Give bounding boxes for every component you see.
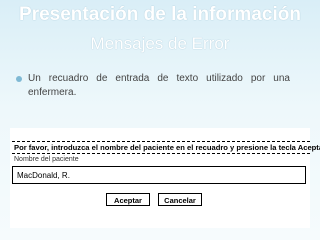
slide-subtitle: Mensajes de Error — [90, 34, 230, 53]
bullet-label: Un recuadro de entrada de texto utilizad… — [28, 73, 290, 98]
bullet-icon — [16, 76, 22, 82]
bullet-text: Un recuadro de entrada de texto utilizad… — [16, 72, 290, 100]
accept-button[interactable]: Aceptar — [106, 193, 150, 206]
patient-name-dialog: Por favor, introduzca el nombre del paci… — [10, 128, 320, 228]
slide-title: Presentación de la información — [19, 4, 301, 25]
patient-name-input[interactable] — [12, 166, 306, 184]
field-label: Nombre del paciente — [14, 156, 79, 163]
cancel-button[interactable]: Cancelar — [158, 193, 202, 206]
dialog-prompt: Por favor, introduzca el nombre del paci… — [12, 141, 320, 154]
